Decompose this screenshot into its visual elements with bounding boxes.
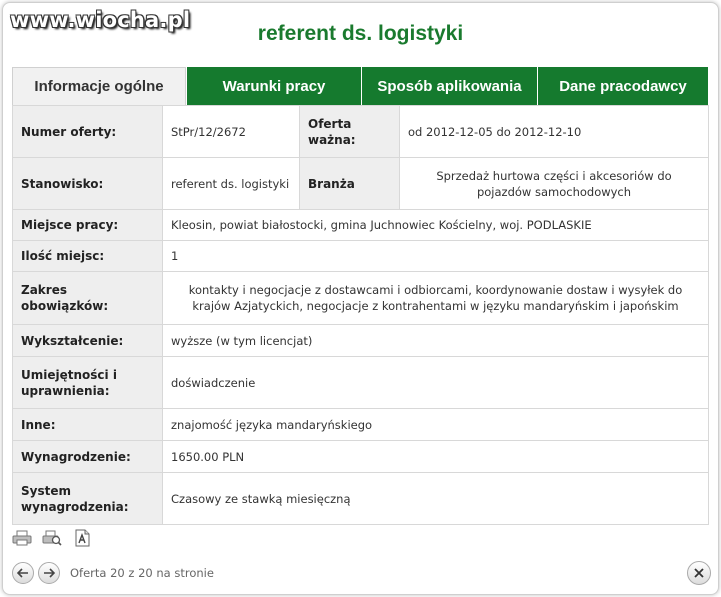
skills-label: Umiejętności i uprawnienia: xyxy=(12,356,163,409)
education-label: Wykształcenie: xyxy=(12,324,163,357)
position-value: referent ds. logistyki xyxy=(162,157,300,210)
tab-bar: Informacje ogólne Warunki pracy Sposób a… xyxy=(12,67,708,105)
location-value: Kleosin, powiat białostocki, gmina Juchn… xyxy=(162,209,709,241)
other-label: Inne: xyxy=(12,408,163,441)
duties-label: Zakres obowiązków: xyxy=(12,271,163,325)
other-value: znajomość języka mandaryńskiego xyxy=(162,408,709,441)
duties-value: kontakty i negocjacje z dostawcami i odb… xyxy=(162,271,709,325)
tab-how-to-apply[interactable]: Sposób aplikowania xyxy=(361,67,537,105)
offer-details-table: Numer oferty: StPr/12/2672 Oferta ważna:… xyxy=(12,105,709,525)
table-row: Wynagrodzenie: 1650.00 PLN xyxy=(12,440,709,473)
next-offer-button[interactable] xyxy=(38,562,60,584)
table-row: Wykształcenie: wyższe (w tym licencjat) xyxy=(12,324,709,357)
tab-work-conditions[interactable]: Warunki pracy xyxy=(186,67,361,105)
page-title: referent ds. logistyki xyxy=(257,22,464,45)
close-button[interactable] xyxy=(687,561,711,585)
industry-value: Sprzedaż hurtowa części i akcesoriów do … xyxy=(399,157,709,210)
salary-value: 1650.00 PLN xyxy=(162,440,709,473)
previous-offer-button[interactable] xyxy=(12,562,34,584)
pagination-bar: Oferta 20 z 20 na stronie xyxy=(12,561,214,585)
pay-system-value: Czasowy ze stawką miesięczną xyxy=(162,472,709,525)
vacancies-label: Ilość miejsc: xyxy=(12,240,163,272)
arrow-right-icon xyxy=(44,568,55,578)
salary-label: Wynagrodzenie: xyxy=(12,440,163,473)
vacancies-value: 1 xyxy=(162,240,709,272)
arrow-left-icon xyxy=(17,568,28,578)
tab-general-info[interactable]: Informacje ogólne xyxy=(12,67,186,105)
offer-number-label: Numer oferty: xyxy=(12,105,163,158)
tab-employer-data[interactable]: Dane pracodawcy xyxy=(537,67,708,105)
offer-valid-label: Oferta ważna: xyxy=(299,105,400,158)
table-row: Umiejętności i uprawnienia: doświadczeni… xyxy=(12,356,709,409)
close-icon xyxy=(694,568,704,578)
table-row: Stanowisko: referent ds. logistyki Branż… xyxy=(12,157,709,210)
location-label: Miejsce pracy: xyxy=(12,209,163,241)
print-preview-icon[interactable] xyxy=(42,529,62,547)
table-row: Miejsce pracy: Kleosin, powiat białostoc… xyxy=(12,209,709,241)
action-toolbar xyxy=(12,529,92,549)
offer-valid-value: od 2012-12-05 do 2012-12-10 xyxy=(399,105,709,158)
table-row: Ilość miejsc: 1 xyxy=(12,240,709,272)
industry-label: Branża xyxy=(299,157,400,210)
table-row: Zakres obowiązków: kontakty i negocjacje… xyxy=(12,271,709,325)
skills-value: doświadczenie xyxy=(162,356,709,409)
table-row: Numer oferty: StPr/12/2672 Oferta ważna:… xyxy=(12,105,709,158)
table-row: System wynagrodzenia: Czasowy ze stawką … xyxy=(12,472,709,525)
pdf-icon[interactable] xyxy=(72,529,92,547)
table-row: Inne: znajomość języka mandaryńskiego xyxy=(12,408,709,441)
printer-icon[interactable] xyxy=(12,529,32,547)
position-label: Stanowisko: xyxy=(12,157,163,210)
education-value: wyższe (w tym licencjat) xyxy=(162,324,709,357)
pagination-text: Oferta 20 z 20 na stronie xyxy=(70,566,214,580)
pay-system-label: System wynagrodzenia: xyxy=(12,472,163,525)
offer-number-value: StPr/12/2672 xyxy=(162,105,300,158)
